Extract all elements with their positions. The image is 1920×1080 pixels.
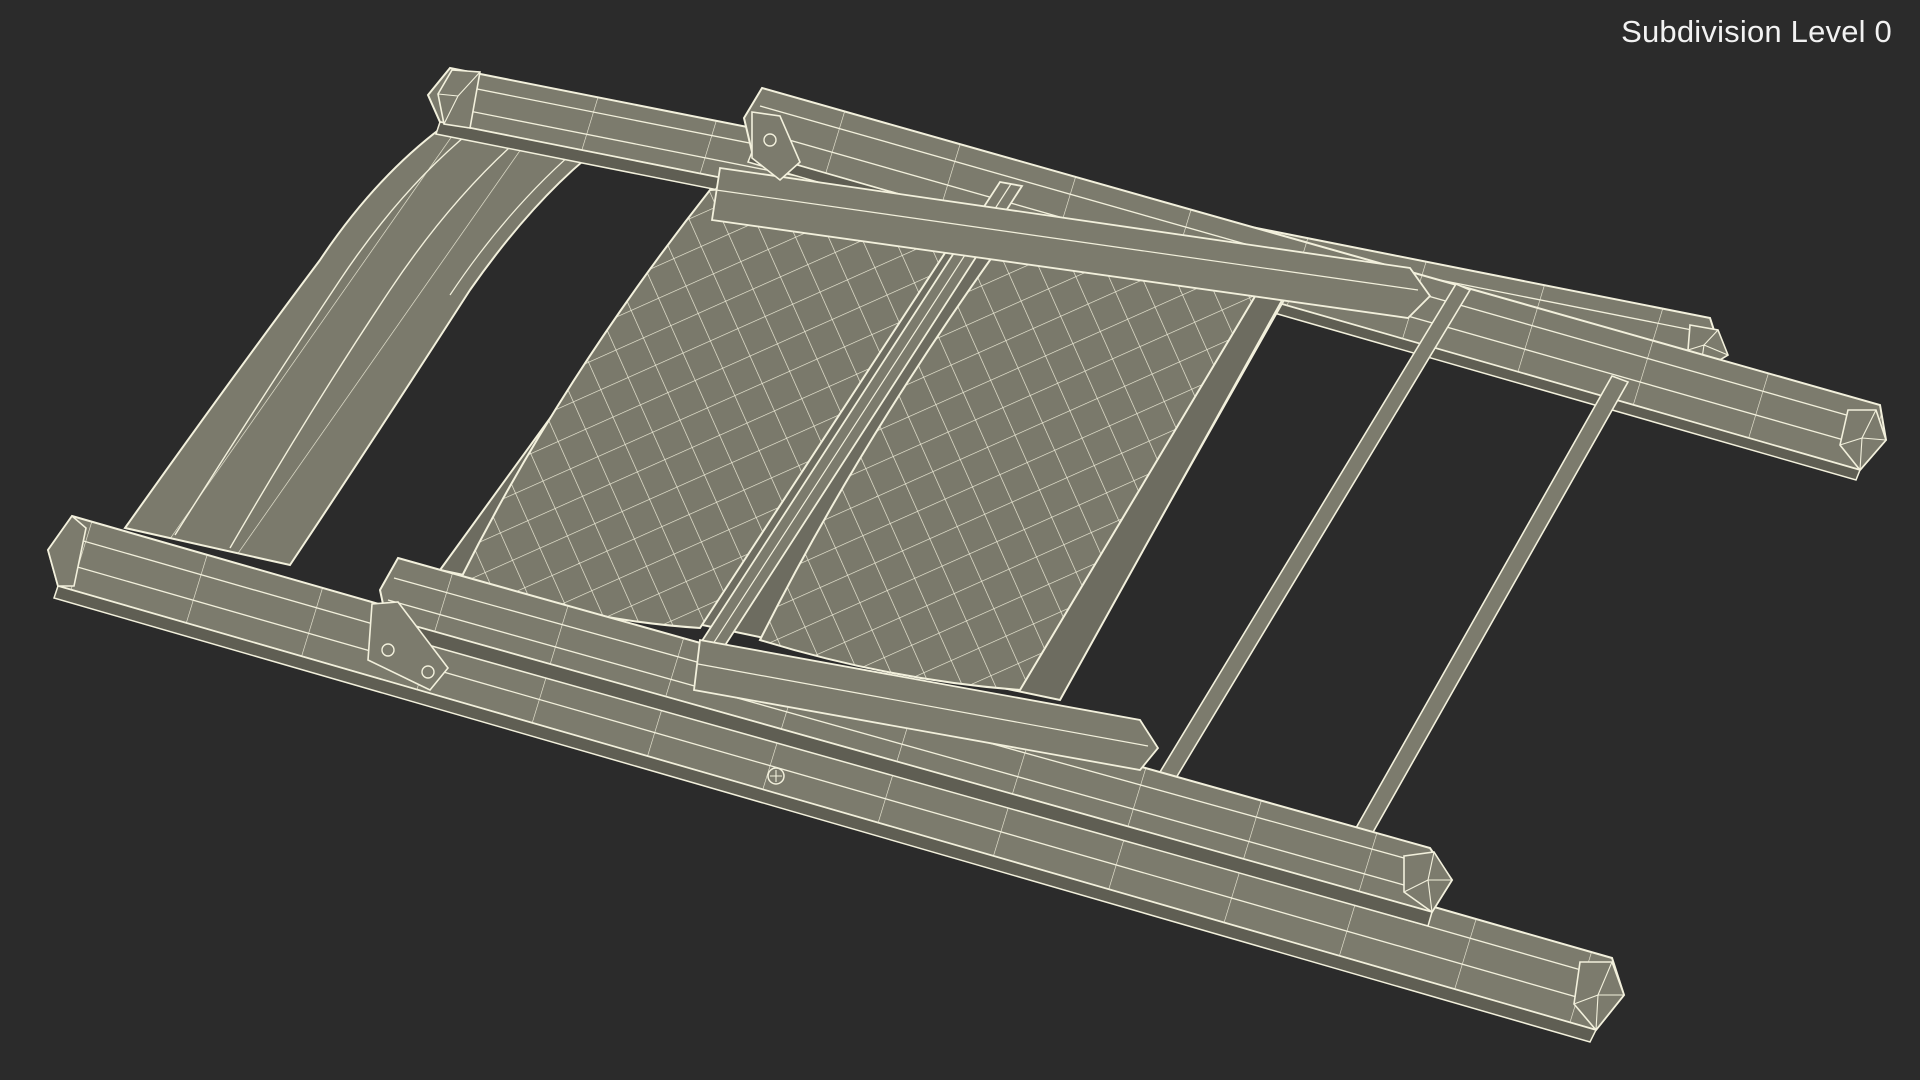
3d-viewport[interactable]: Subdivision Level 0 (0, 0, 1920, 1080)
folding-chair-model (46, 66, 1888, 1043)
subdivision-level-label: Subdivision Level 0 (1621, 14, 1892, 49)
center-bolt (767, 767, 785, 785)
